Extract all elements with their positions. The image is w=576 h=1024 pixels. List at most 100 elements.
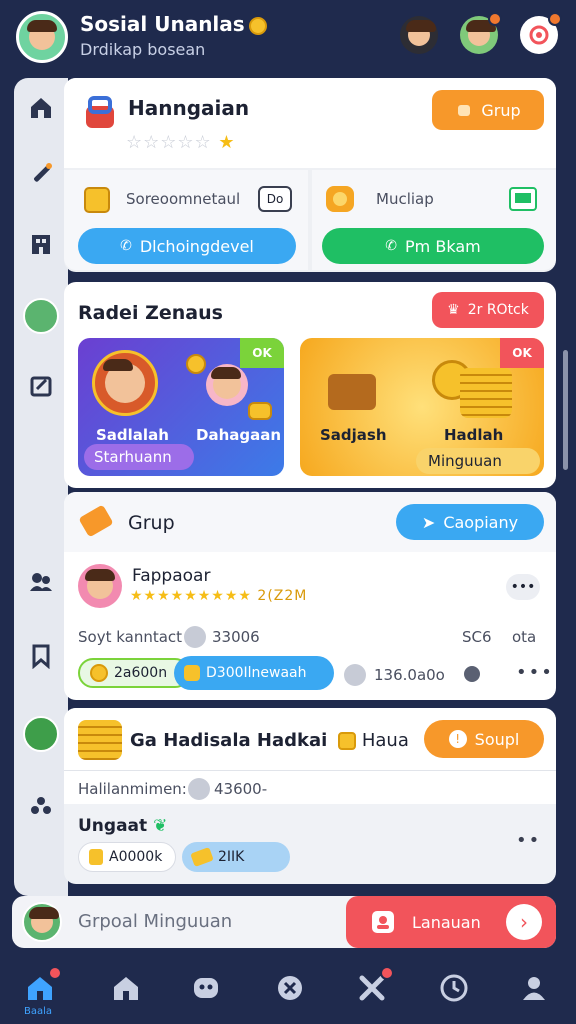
reward-left-tag[interactable]: Do bbox=[258, 186, 292, 212]
more-icon[interactable]: ••• bbox=[516, 662, 554, 683]
gold-stack-icon bbox=[84, 187, 110, 213]
coin-icon bbox=[248, 16, 267, 35]
nav-people[interactable] bbox=[188, 970, 224, 1006]
lanauan-button[interactable]: Lanauan › bbox=[346, 896, 556, 948]
leaf-icon: ❦ bbox=[153, 816, 168, 836]
chest-icon bbox=[328, 374, 376, 410]
profile-avatar[interactable] bbox=[16, 11, 68, 63]
gold-icon bbox=[184, 665, 200, 681]
scrollbar[interactable] bbox=[563, 350, 568, 470]
caopiany-button[interactable]: ➤ Caopiany bbox=[396, 504, 544, 540]
user-avatar[interactable] bbox=[78, 564, 122, 608]
notification-badge bbox=[488, 12, 502, 26]
soupl-button[interactable]: ! Soupl bbox=[424, 720, 544, 758]
tile-right-label-c: Minguuan bbox=[428, 452, 502, 470]
close-circle-icon bbox=[278, 976, 302, 1000]
sidebar-item-buildings[interactable] bbox=[23, 226, 59, 262]
nav-home[interactable] bbox=[108, 970, 144, 1006]
stat-label: Soyt kanntact bbox=[78, 628, 183, 646]
avatar-face-icon bbox=[27, 20, 57, 50]
nav-active-label: Baala bbox=[24, 1006, 53, 1017]
friend-avatar-green[interactable] bbox=[460, 12, 502, 54]
quest-card: Hanngaian ☆☆☆☆☆ ★ Grup Soreoomnetaul Do … bbox=[64, 78, 556, 272]
chip-a[interactable]: A0000k bbox=[78, 842, 176, 872]
ok-tag: OK bbox=[240, 338, 284, 368]
gold-bar-icon bbox=[190, 847, 214, 867]
emoji-icon bbox=[188, 778, 210, 800]
hadiah-title: Ga Hadisala Hadkai Haua bbox=[130, 730, 409, 751]
profile-card-icon bbox=[372, 911, 394, 933]
nav-clock[interactable] bbox=[436, 970, 472, 1006]
tile-right-label-b: Hadlah bbox=[444, 426, 504, 444]
notification-badge bbox=[380, 966, 394, 980]
reward-left-button[interactable]: ✆ Dlchoingdevel bbox=[78, 228, 296, 264]
hadiah-line-label: Halilanmimen: bbox=[78, 780, 187, 798]
phone-icon: ✆ bbox=[120, 238, 132, 254]
app-header: Sosial Unanlas Drdikap bosean bbox=[0, 0, 576, 76]
tile-left-label-c: Dahagaan bbox=[196, 426, 282, 444]
header-subtitle: Drdikap bosean bbox=[80, 40, 206, 59]
user-rating: ★★★★★★★★★ 2(Z2M bbox=[130, 588, 308, 604]
sidebar-item-tools[interactable] bbox=[23, 156, 59, 192]
sidebar-item-home[interactable] bbox=[23, 90, 59, 126]
ticket-icon bbox=[79, 505, 113, 537]
sidebar-item-users[interactable] bbox=[23, 564, 59, 600]
blue-chip[interactable]: D300Ilnewaah bbox=[174, 656, 334, 690]
phone-icon: ✆ bbox=[385, 238, 398, 254]
hadiah-card: Ga Hadisala Hadkai Haua ! Soupl Halilanm… bbox=[64, 708, 556, 884]
bottom-nav: Baala bbox=[0, 960, 576, 1024]
screen-icon[interactable] bbox=[508, 186, 538, 212]
character-avatar bbox=[92, 350, 158, 416]
clock-icon bbox=[440, 974, 468, 1002]
sidebar-avatar[interactable] bbox=[23, 298, 59, 334]
group-avatar[interactable] bbox=[22, 902, 62, 942]
gold-icon bbox=[89, 849, 103, 865]
stat-right-a: SC6 bbox=[462, 628, 492, 646]
group-icon bbox=[31, 797, 51, 814]
grup-button[interactable]: Grup bbox=[432, 90, 544, 130]
user-name: Fappaoar bbox=[132, 566, 211, 586]
diamond-icon bbox=[464, 666, 480, 682]
notification-button[interactable] bbox=[520, 12, 562, 54]
user-more-button[interactable]: ••• bbox=[506, 574, 540, 600]
nav-profile[interactable] bbox=[516, 970, 552, 1006]
reward-right-label: Mucliap bbox=[376, 190, 434, 208]
reward-left-label: Soreoomnetaul bbox=[126, 190, 241, 208]
sidebar-item-edit[interactable] bbox=[23, 368, 59, 404]
avatar-face-icon bbox=[103, 359, 145, 403]
building-icon bbox=[32, 235, 50, 254]
edit-icon bbox=[30, 376, 52, 397]
tile-right-label-a: Sadjash bbox=[320, 426, 387, 444]
gray-chip-value: 136.0a0o bbox=[374, 666, 445, 684]
home-icon bbox=[31, 98, 51, 118]
chip-b[interactable]: 2IIK bbox=[182, 842, 290, 872]
notification-badge bbox=[48, 966, 62, 980]
wand-icon bbox=[34, 163, 52, 182]
nav-close[interactable] bbox=[272, 970, 308, 1006]
hadiah-line-value: 43600- bbox=[214, 780, 268, 798]
featured-badge[interactable]: ♛ 2r ROtck bbox=[432, 292, 544, 328]
more-icon[interactable]: •• bbox=[516, 830, 541, 851]
chat-icon bbox=[529, 25, 549, 45]
banner-tile-right[interactable]: OK Sadjash Hadlah Minguuan bbox=[300, 338, 544, 476]
banner-tile-left[interactable]: OK Sadlalah Dahagaan Starhuann bbox=[78, 338, 284, 476]
arrow-right-icon: › bbox=[506, 904, 542, 940]
sidebar-avatar-green[interactable] bbox=[23, 716, 59, 752]
group-card: Grup ➤ Caopiany Fappaoar ★★★★★★★★★ 2(Z2M… bbox=[64, 492, 556, 700]
avatar-face-icon bbox=[466, 20, 496, 46]
nav-home-active[interactable] bbox=[22, 966, 62, 1006]
reward-right-button[interactable]: ✆ Pm Bkam bbox=[322, 228, 544, 264]
weekly-group-bar: Grpoal Minguuan Lanauan › bbox=[12, 896, 556, 948]
hand-icon bbox=[458, 105, 471, 116]
nav-tools[interactable] bbox=[354, 966, 394, 1006]
friend-avatar-dark[interactable] bbox=[400, 16, 438, 54]
users-icon bbox=[30, 573, 52, 591]
featured-card: Radei Zenaus ♛ 2r ROtck OK Sadlalah Daha… bbox=[64, 282, 556, 488]
sidebar-item-group[interactable] bbox=[23, 788, 59, 824]
house-icon bbox=[114, 977, 138, 1000]
avatar-face-icon bbox=[29, 907, 59, 933]
stat-value: 33006 bbox=[212, 628, 260, 646]
sidebar-item-bookmark[interactable] bbox=[23, 638, 59, 674]
trophy-icon: ♛ bbox=[447, 302, 460, 318]
tile-left-label-b: Starhuann bbox=[94, 448, 172, 466]
